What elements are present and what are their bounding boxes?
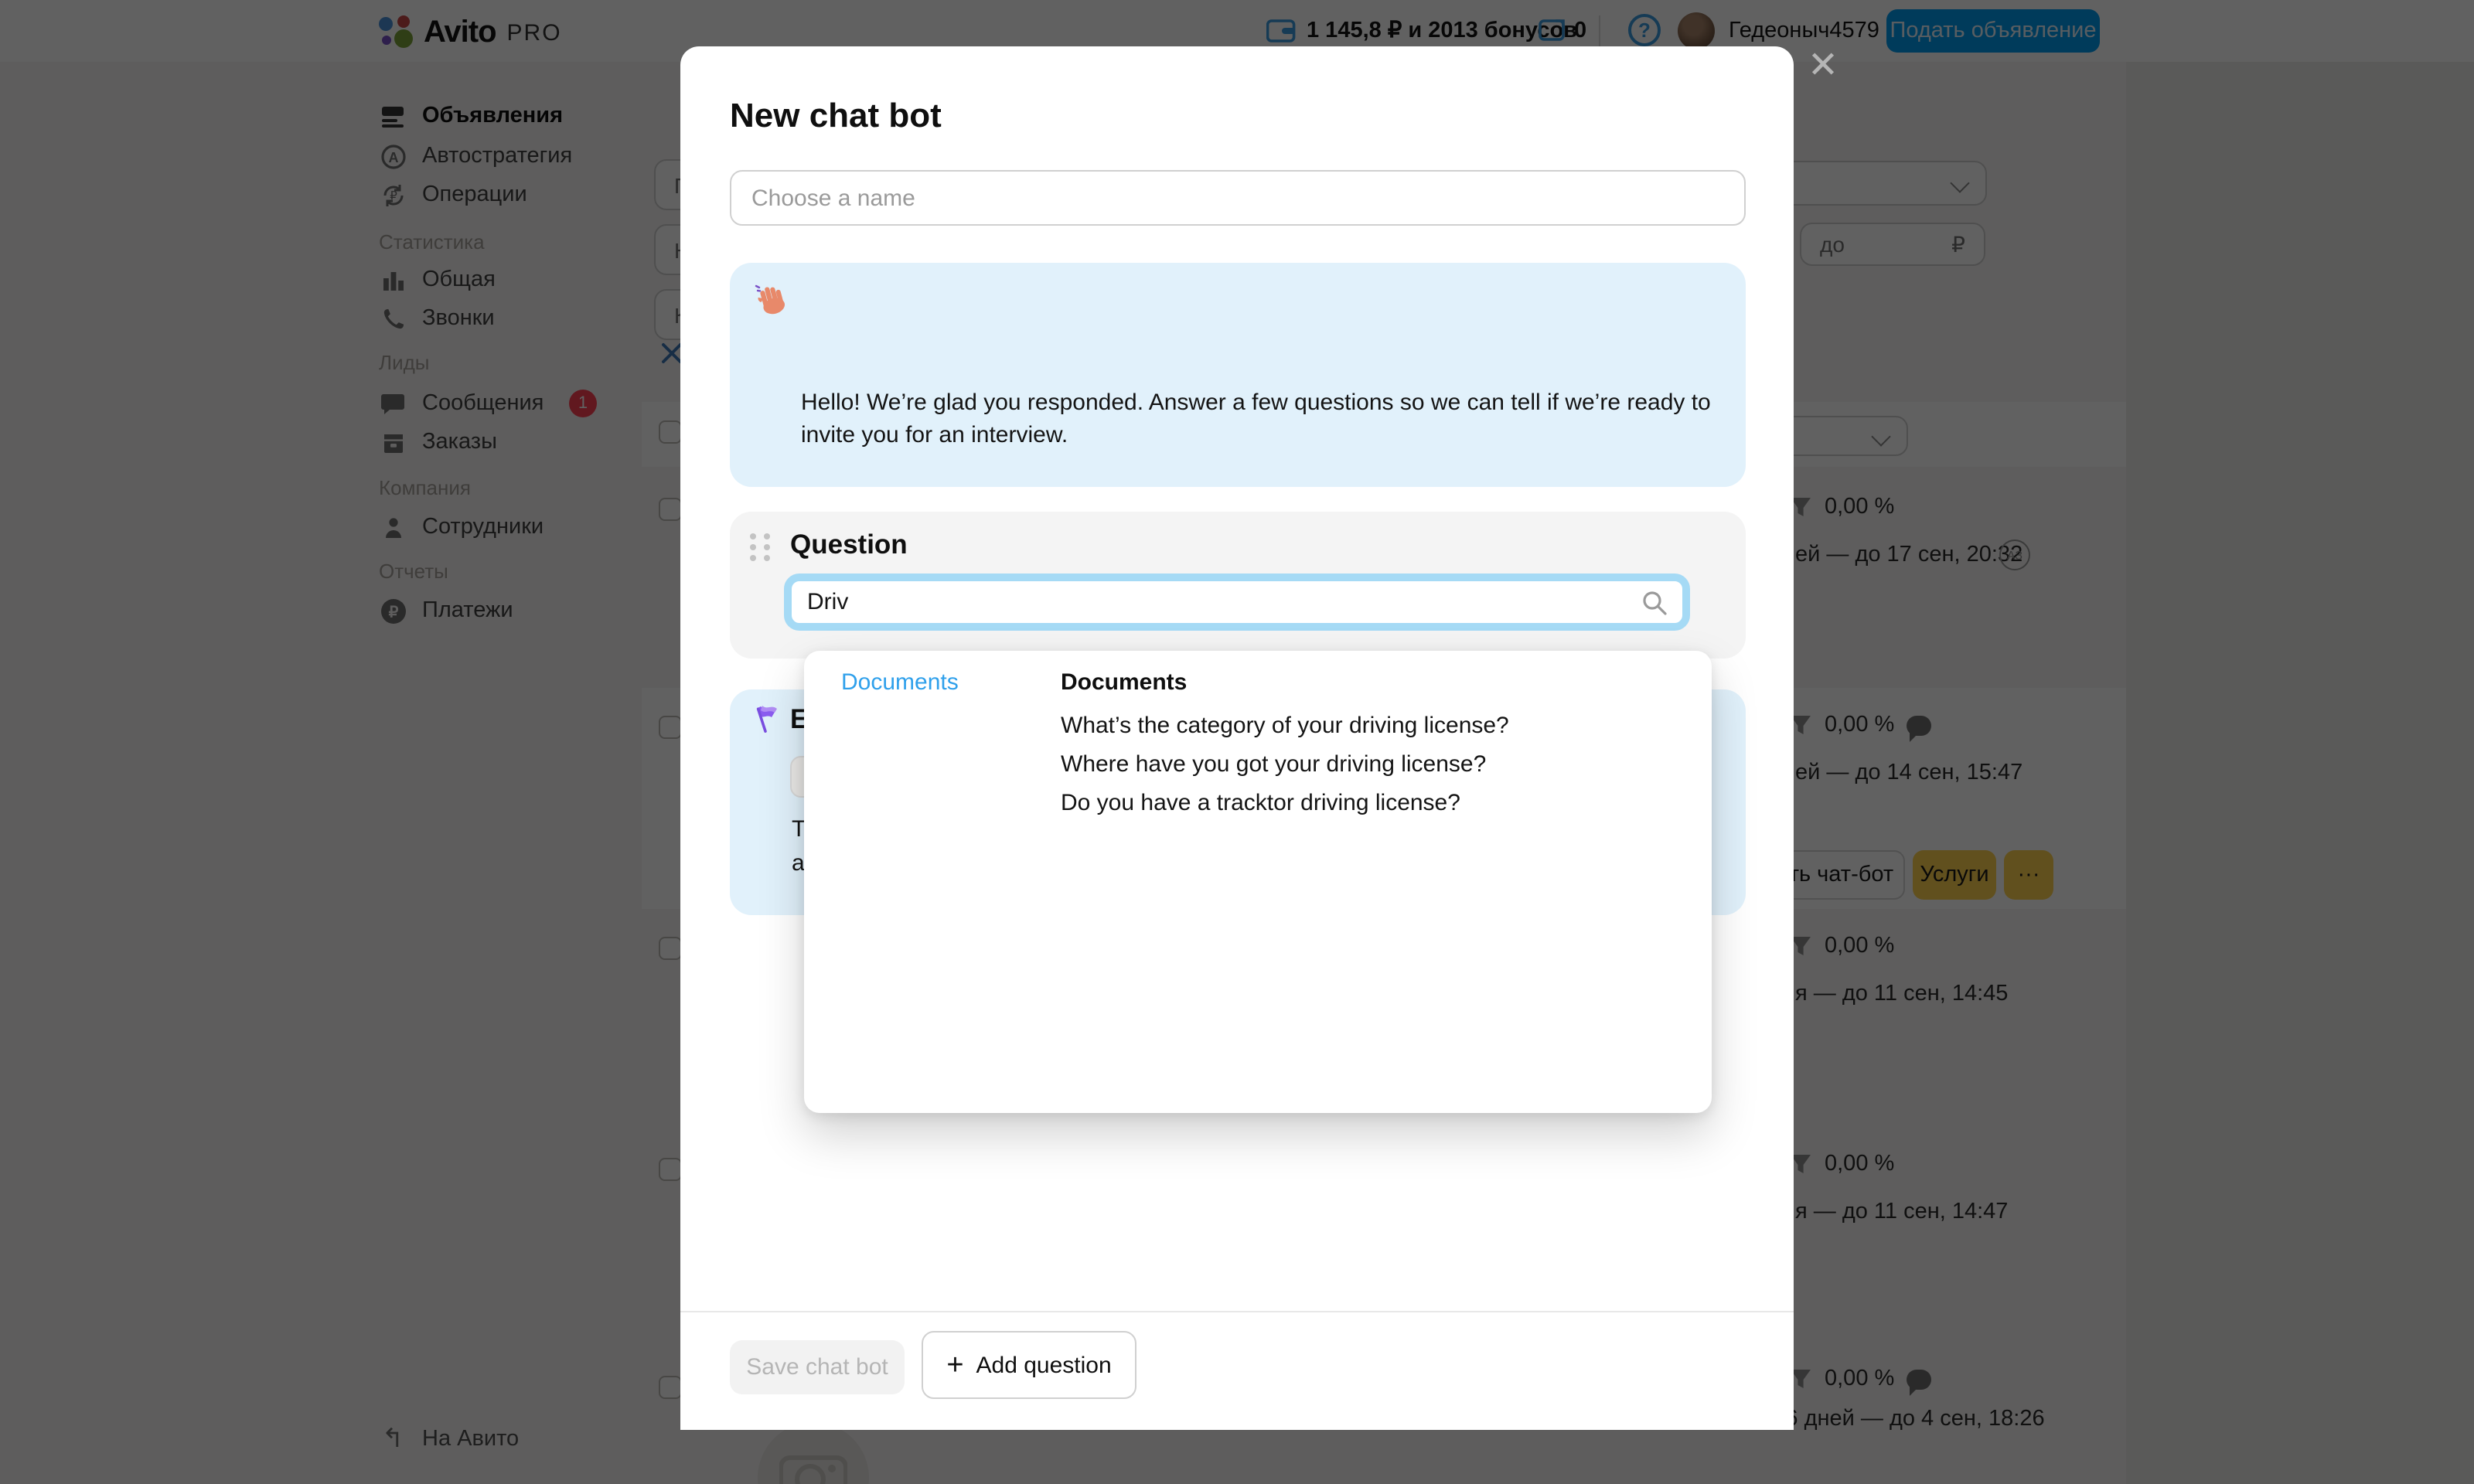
chatbot-name-input[interactable]	[730, 170, 1746, 226]
waving-hand-icon	[753, 280, 789, 315]
save-chatbot-button[interactable]: Save chat bot	[730, 1340, 905, 1394]
plus-icon: +	[946, 1350, 963, 1380]
question-search-input[interactable]	[792, 589, 1642, 615]
question-title: Question	[790, 529, 908, 561]
ending-text-fragment-2: a	[792, 850, 805, 876]
dropdown-item[interactable]: Do you have a tracktor driving license?	[1061, 790, 1460, 816]
drag-handle-icon[interactable]	[750, 533, 770, 563]
close-icon[interactable]: ✕	[1806, 49, 1840, 83]
dropdown-category-link[interactable]: Documents	[841, 669, 959, 696]
modal-footer-divider	[680, 1311, 1794, 1312]
dropdown-item[interactable]: What’s the category of your driving lice…	[1061, 713, 1509, 739]
purple-flag-icon	[751, 703, 787, 739]
page: Avito PRO Объявления A Автостратегия ₽ О…	[0, 0, 2474, 1484]
question-search-field	[784, 574, 1690, 631]
add-question-label: Add question	[976, 1352, 1112, 1378]
search-icon	[1642, 590, 1667, 614]
add-question-button[interactable]: + Add question	[922, 1331, 1136, 1399]
modal-title: New chat bot	[730, 96, 942, 136]
greeting-message: Hello! We’re glad you responded. Answer …	[801, 386, 1752, 451]
greeting-section	[730, 263, 1746, 487]
question-suggestions-dropdown: Documents Documents What’s the category …	[804, 651, 1712, 1113]
dropdown-group-title: Documents	[1061, 669, 1187, 696]
dropdown-item[interactable]: Where have you got your driving license?	[1061, 751, 1486, 778]
